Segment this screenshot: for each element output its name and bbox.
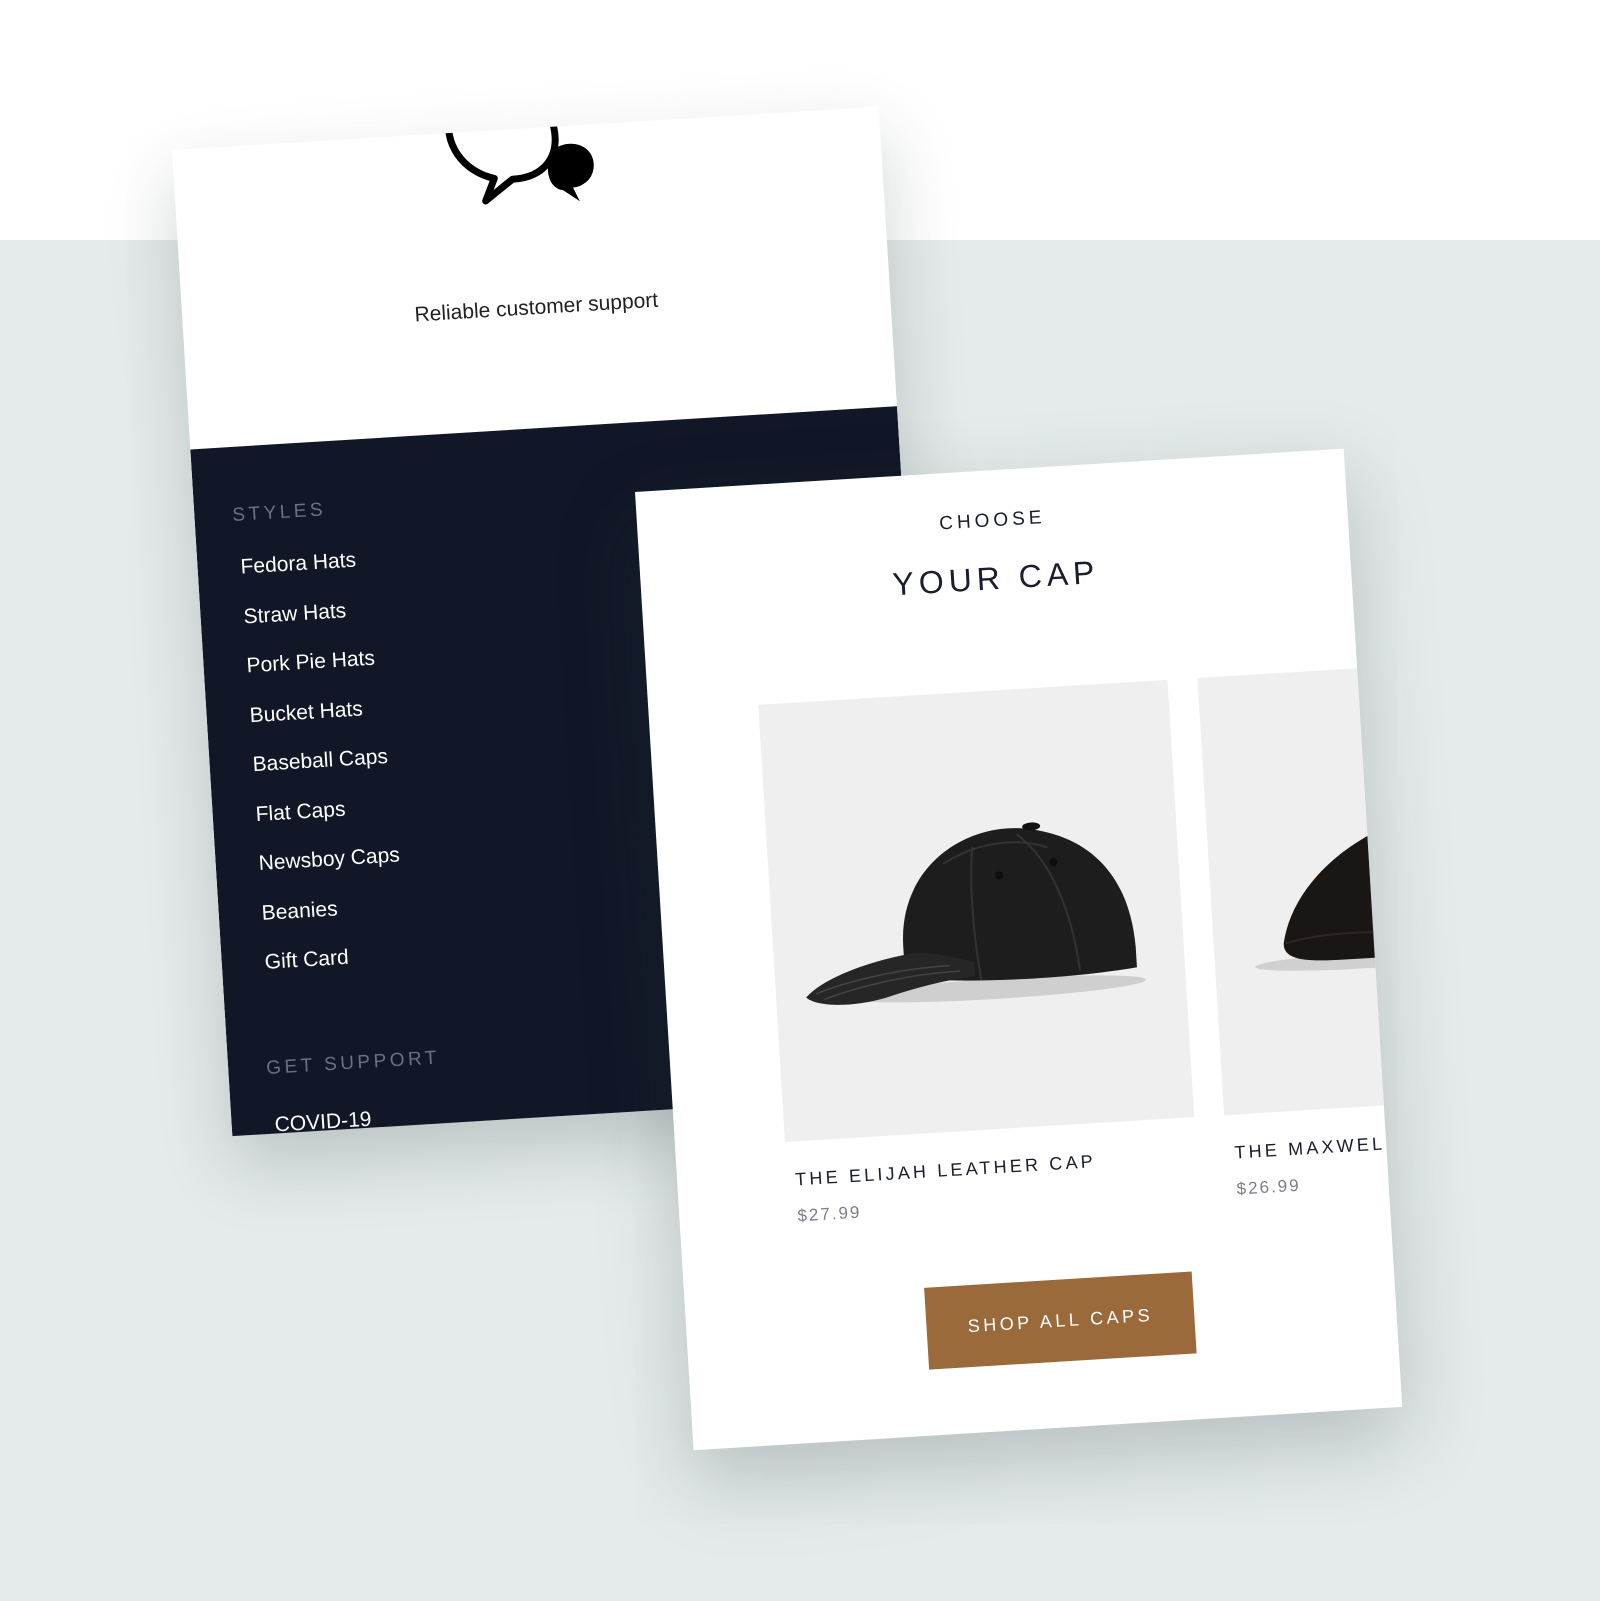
nav-link-bucket-hats[interactable]: Bucket Hats <box>249 692 393 750</box>
product-price: $27.99 <box>796 1202 862 1226</box>
product-name[interactable]: THE MAXWELL CAP <box>1226 1118 1402 1164</box>
collection-title: YOUR CAP <box>891 553 1101 603</box>
nav-link-newsboy-caps[interactable]: Newsboy Caps <box>258 840 402 898</box>
product-name[interactable]: THE ELIJAH LEATHER CAP <box>787 1145 1198 1191</box>
nav-link-fedora-hats[interactable]: Fedora Hats <box>240 544 384 602</box>
styles-list: Fedora Hats Straw Hats Pork Pie Hats Buc… <box>240 544 408 997</box>
leather-baseball-cap-image <box>806 822 1146 1005</box>
nav-link-gift-card[interactable]: Gift Card <box>264 939 408 997</box>
product-image[interactable] <box>758 679 1195 1143</box>
support-feature: Reliable customer support <box>172 107 897 450</box>
shop-all-caps-button[interactable]: SHOP ALL CAPS <box>924 1271 1197 1370</box>
nav-link-straw-hats[interactable]: Straw Hats <box>243 593 387 651</box>
chat-bubbles-icon <box>445 109 594 205</box>
styles-heading: STYLES <box>231 499 327 526</box>
get-support-heading: GET SUPPORT <box>265 1047 441 1079</box>
product-card[interactable]: THE ELIJAH LEATHER CAP $27.99 <box>758 679 1199 1227</box>
nav-link-beanies[interactable]: Beanies <box>261 890 405 948</box>
nav-link-pork-pie-hats[interactable]: Pork Pie Hats <box>246 643 390 701</box>
support-text: Reliable customer support <box>413 288 659 327</box>
nav-link-baseball-caps[interactable]: Baseball Caps <box>252 742 396 800</box>
collection-card: CHOOSE YOUR CAP THE ELIJAH LEATHER CAP $… <box>635 448 1403 1451</box>
nav-link-flat-caps[interactable]: Flat Caps <box>255 791 399 849</box>
